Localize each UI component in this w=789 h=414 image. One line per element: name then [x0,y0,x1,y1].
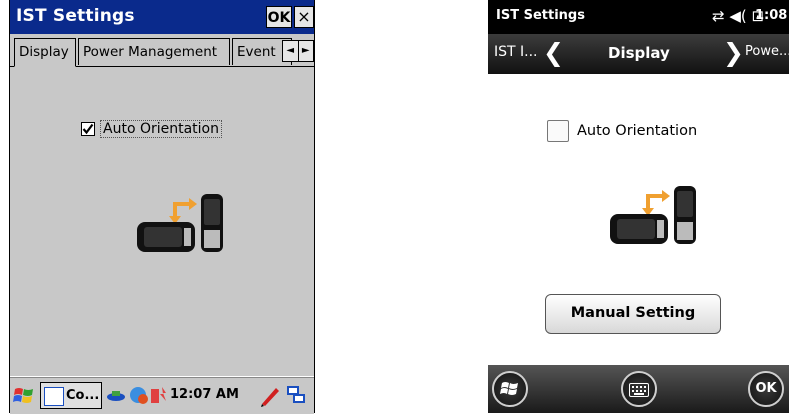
checkbox-checked-icon[interactable] [81,122,95,136]
tab-scroll-left-icon[interactable]: ◄ [283,41,298,61]
taskbar-task-label: Co... [66,388,100,403]
wm-status-bar: IST Settings ⇄ ◀( ⊡ 1:08 [488,0,789,34]
taskbar-clock[interactable]: 12:07 AM [170,387,239,402]
next-tab-label[interactable]: Powe... [745,44,789,59]
chevron-right-icon[interactable]: ❯ [723,38,744,67]
battery-power-icon[interactable] [150,385,168,405]
prev-tab-label[interactable]: IST I... [494,44,538,60]
auto-orientation-label: Auto Orientation [577,123,698,139]
chevron-left-icon[interactable]: ❮ [543,38,564,67]
windows-start-icon[interactable] [492,371,528,407]
keyboard-icon[interactable] [621,371,657,407]
ce-title-bar: IST Settings OK × [10,0,314,34]
wm-bottom-bar: OK [488,365,789,413]
ce-window-title: IST Settings [16,6,135,26]
ok-button[interactable]: OK [748,371,784,407]
tab-scroll-buttons: ◄ ► [282,40,314,62]
manual-setting-button[interactable]: Manual Setting [545,294,721,334]
close-button[interactable]: × [294,6,314,28]
checkbox-unchecked-icon[interactable] [547,120,569,142]
windows-start-icon[interactable] [13,385,35,407]
wm-status-title: IST Settings [496,8,585,23]
pen-input-icon[interactable] [258,384,282,408]
ce-taskbar: Co... 12:07 AM [10,376,314,414]
connectivity-icon[interactable] [128,385,150,405]
orientation-device-icon [610,186,696,244]
ok-button[interactable]: OK [266,6,292,28]
auto-orientation-label: Auto Orientation [100,120,222,138]
app-window-icon [44,387,64,406]
tab-power-management[interactable]: Power Management [78,38,230,65]
tab-display[interactable]: Display [14,38,76,67]
wm-window: IST Settings ⇄ ◀( ⊡ 1:08 IST I... ❮ Disp… [488,0,789,413]
auto-orientation-checkbox[interactable]: Auto Orientation [547,120,697,142]
tab-scroll-right-icon[interactable]: ► [297,41,314,61]
taskbar-task-button[interactable]: Co... [40,382,102,409]
current-tab-title: Display [608,44,670,62]
orientation-device-icon [137,194,223,252]
status-clock[interactable]: 1:08 [755,8,787,23]
ce-window: IST Settings OK × Display Power Manageme… [9,0,315,414]
auto-orientation-checkbox[interactable]: Auto Orientation [81,120,222,138]
system-tray [106,385,168,405]
keyboard-sip-icon[interactable] [285,384,307,406]
ce-tab-strip: Display Power Management Event [10,38,314,67]
wm-tab-navigator: IST I... ❮ Display ❯ Powe... [488,34,789,74]
network-icon[interactable] [106,387,126,403]
